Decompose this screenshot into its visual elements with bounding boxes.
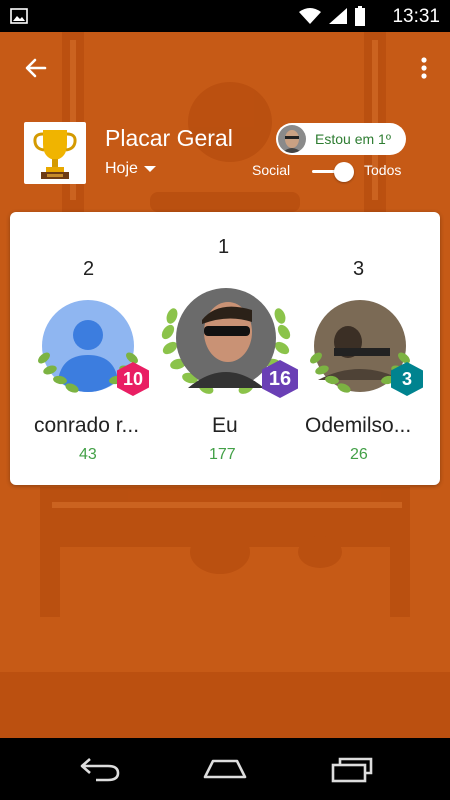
status-bar: 13:31 bbox=[0, 0, 450, 32]
overflow-menu-button[interactable] bbox=[414, 52, 434, 84]
clock: 13:31 bbox=[392, 6, 440, 27]
period-filter-dropdown[interactable]: Hoje bbox=[105, 160, 156, 178]
period-filter-label: Hoje bbox=[105, 160, 138, 177]
my-position-pill[interactable]: Estou em 1º bbox=[276, 123, 406, 155]
gallery-icon bbox=[10, 8, 28, 24]
status-icons bbox=[298, 6, 366, 26]
user-avatar bbox=[278, 125, 306, 153]
all-option-label[interactable]: Todos bbox=[364, 162, 401, 178]
nav-recents-button[interactable] bbox=[327, 752, 377, 786]
back-nav-icon bbox=[80, 758, 120, 782]
rank-second: 2 bbox=[83, 258, 95, 280]
wifi-icon bbox=[299, 8, 321, 24]
player-second-avatar[interactable]: 10 bbox=[32, 300, 149, 400]
player-third-name: Odemilso... bbox=[305, 414, 412, 437]
player-first-avatar[interactable]: 16 bbox=[158, 280, 298, 400]
social-all-toggle[interactable] bbox=[312, 161, 356, 183]
player-third-avatar[interactable]: 3 bbox=[304, 300, 423, 400]
dropdown-arrow-icon bbox=[143, 166, 156, 172]
my-position-label: Estou em 1º bbox=[315, 131, 391, 147]
player-first-name: Eu bbox=[212, 414, 238, 437]
rank-first: 1 bbox=[218, 236, 230, 258]
player-second-score: 43 bbox=[79, 446, 97, 463]
home-nav-icon bbox=[203, 759, 247, 779]
page-title: Placar Geral bbox=[105, 125, 233, 151]
more-vert-icon bbox=[421, 57, 427, 79]
player-second-name: conrado r... bbox=[34, 414, 140, 437]
nav-back-button[interactable] bbox=[76, 752, 124, 786]
arrow-left-icon bbox=[25, 58, 47, 78]
back-button[interactable] bbox=[18, 52, 54, 84]
battery-icon bbox=[355, 6, 365, 26]
system-nav-bar bbox=[0, 738, 450, 800]
recents-nav-icon bbox=[331, 757, 373, 783]
player-third-score: 26 bbox=[350, 446, 368, 463]
trophy-icon bbox=[33, 130, 77, 179]
signal-icon bbox=[329, 8, 347, 24]
nav-home-button[interactable] bbox=[200, 752, 250, 786]
app-screen: Placar Geral Hoje Estou em 1º Social Tod… bbox=[0, 32, 450, 738]
player-first-score: 177 bbox=[209, 446, 236, 463]
trophy-thumbnail bbox=[24, 122, 86, 184]
toggle-thumb bbox=[334, 162, 354, 182]
rank-third: 3 bbox=[353, 258, 365, 280]
social-option-label[interactable]: Social bbox=[252, 162, 290, 178]
leaderboard-podium-card: 2 1 3 10 16 3 conrado r... Eu Odemilso..… bbox=[10, 212, 440, 485]
